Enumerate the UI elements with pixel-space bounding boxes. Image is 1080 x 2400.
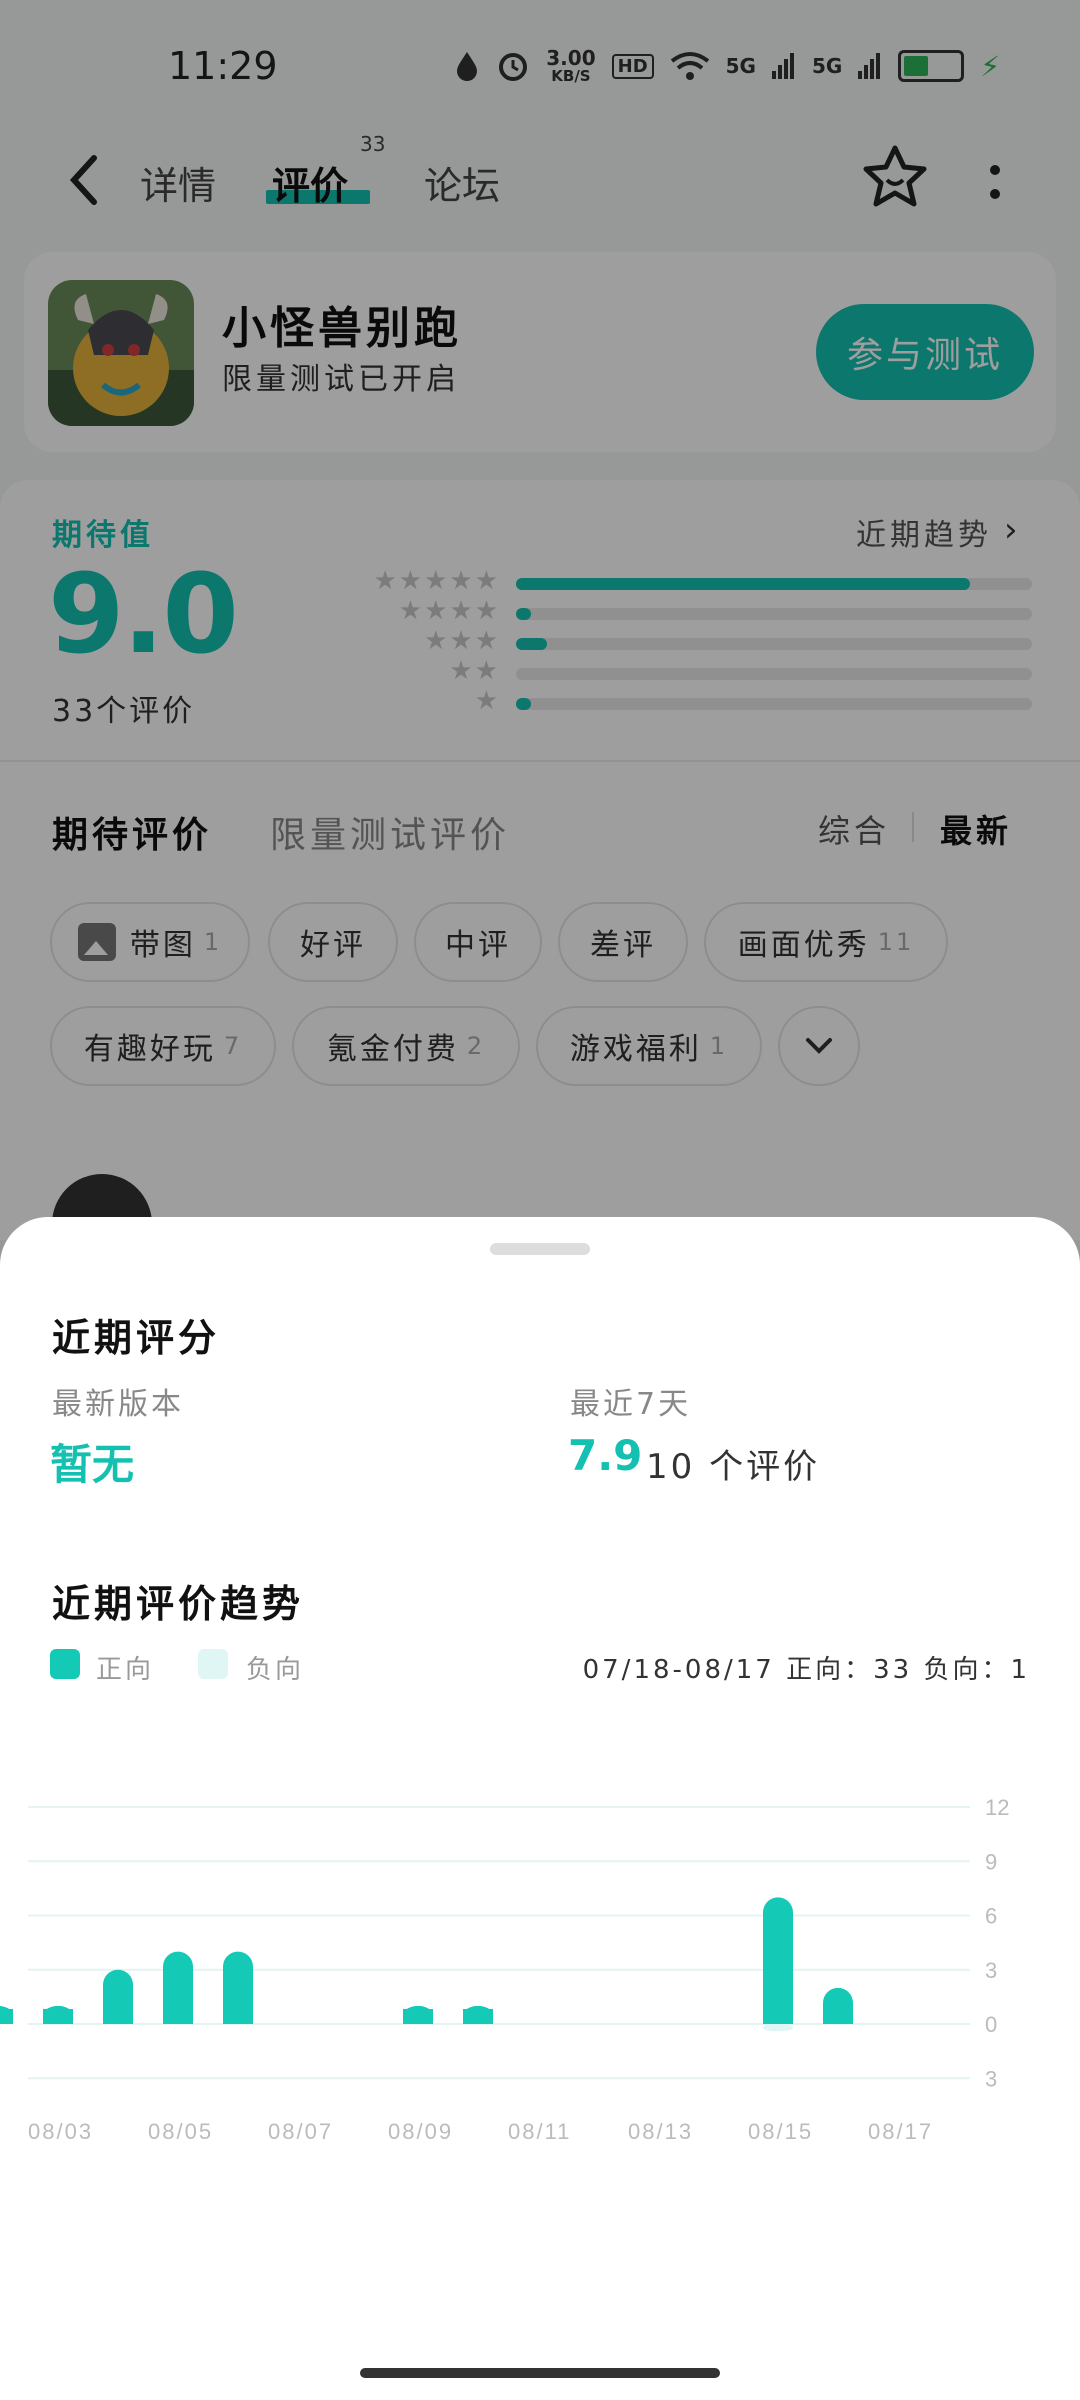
- legend-negative-label: 负向: [246, 1655, 305, 1685]
- positive-bar-base: [43, 2009, 73, 2024]
- positive-bar-base: [103, 2009, 133, 2024]
- x-tick-label: 08/09: [388, 2119, 453, 2144]
- positive-bar-base: [163, 2009, 193, 2024]
- x-tick-label: 08/05: [148, 2119, 213, 2144]
- sheet-drag-handle[interactable]: [490, 1243, 590, 1255]
- legend-positive-label: 正向: [96, 1655, 155, 1685]
- y-tick-label: 9: [985, 1849, 997, 1874]
- latest-version-label: 最新版本: [52, 1387, 184, 1422]
- positive-bar-base: [223, 2009, 253, 2024]
- home-indicator[interactable]: [360, 2368, 720, 2378]
- positive-bar-base: [823, 2009, 853, 2024]
- last7-score: 7.9: [568, 1431, 643, 1480]
- positive-bar-base: [0, 2009, 13, 2024]
- positive-bar-base: [403, 2009, 433, 2024]
- x-tick-label: 08/03: [28, 2119, 93, 2144]
- trend-range-summary: 07/18-08/17 正向：33 负向：1: [582, 1655, 1030, 1685]
- x-tick-label: 08/17: [868, 2119, 933, 2144]
- y-tick-label: 3: [985, 1958, 997, 1983]
- x-tick-label: 08/07: [268, 2119, 333, 2144]
- positive-bar-base: [463, 2009, 493, 2024]
- positive-bar[interactable]: [763, 1897, 793, 2024]
- y-tick-label: 12: [985, 1795, 1009, 1820]
- last7-count: 10 个评价: [646, 1447, 821, 1487]
- x-tick-label: 08/15: [748, 2119, 813, 2144]
- legend-negative-swatch: [198, 1649, 228, 1679]
- trend-title: 近期评价趋势: [52, 1582, 305, 1626]
- x-tick-label: 08/11: [508, 2119, 571, 2144]
- negative-bar[interactable]: [763, 2024, 793, 2032]
- y-tick-label: 3: [985, 2066, 997, 2091]
- legend-positive-swatch: [50, 1649, 80, 1679]
- recent-rating-sheet: 近期评分 最新版本 最近7天 暂无 7.9 10 个评价 近期评价趋势 正向 负…: [0, 1217, 1080, 2400]
- last7-days-label: 最近7天: [570, 1387, 692, 1422]
- y-tick-label: 0: [985, 2012, 997, 2037]
- trend-bar-chart: 12 9 6 3 0 3 08/03 08/05 08/07 08/09 08/11 08/13 08/…: [0, 1795, 1009, 2144]
- latest-version-value: 暂无: [50, 1440, 135, 1489]
- sheet-title: 近期评分: [52, 1316, 221, 1360]
- y-tick-label: 6: [985, 1904, 997, 1929]
- x-tick-label: 08/13: [628, 2119, 693, 2144]
- positive-bar-base: [763, 2009, 793, 2024]
